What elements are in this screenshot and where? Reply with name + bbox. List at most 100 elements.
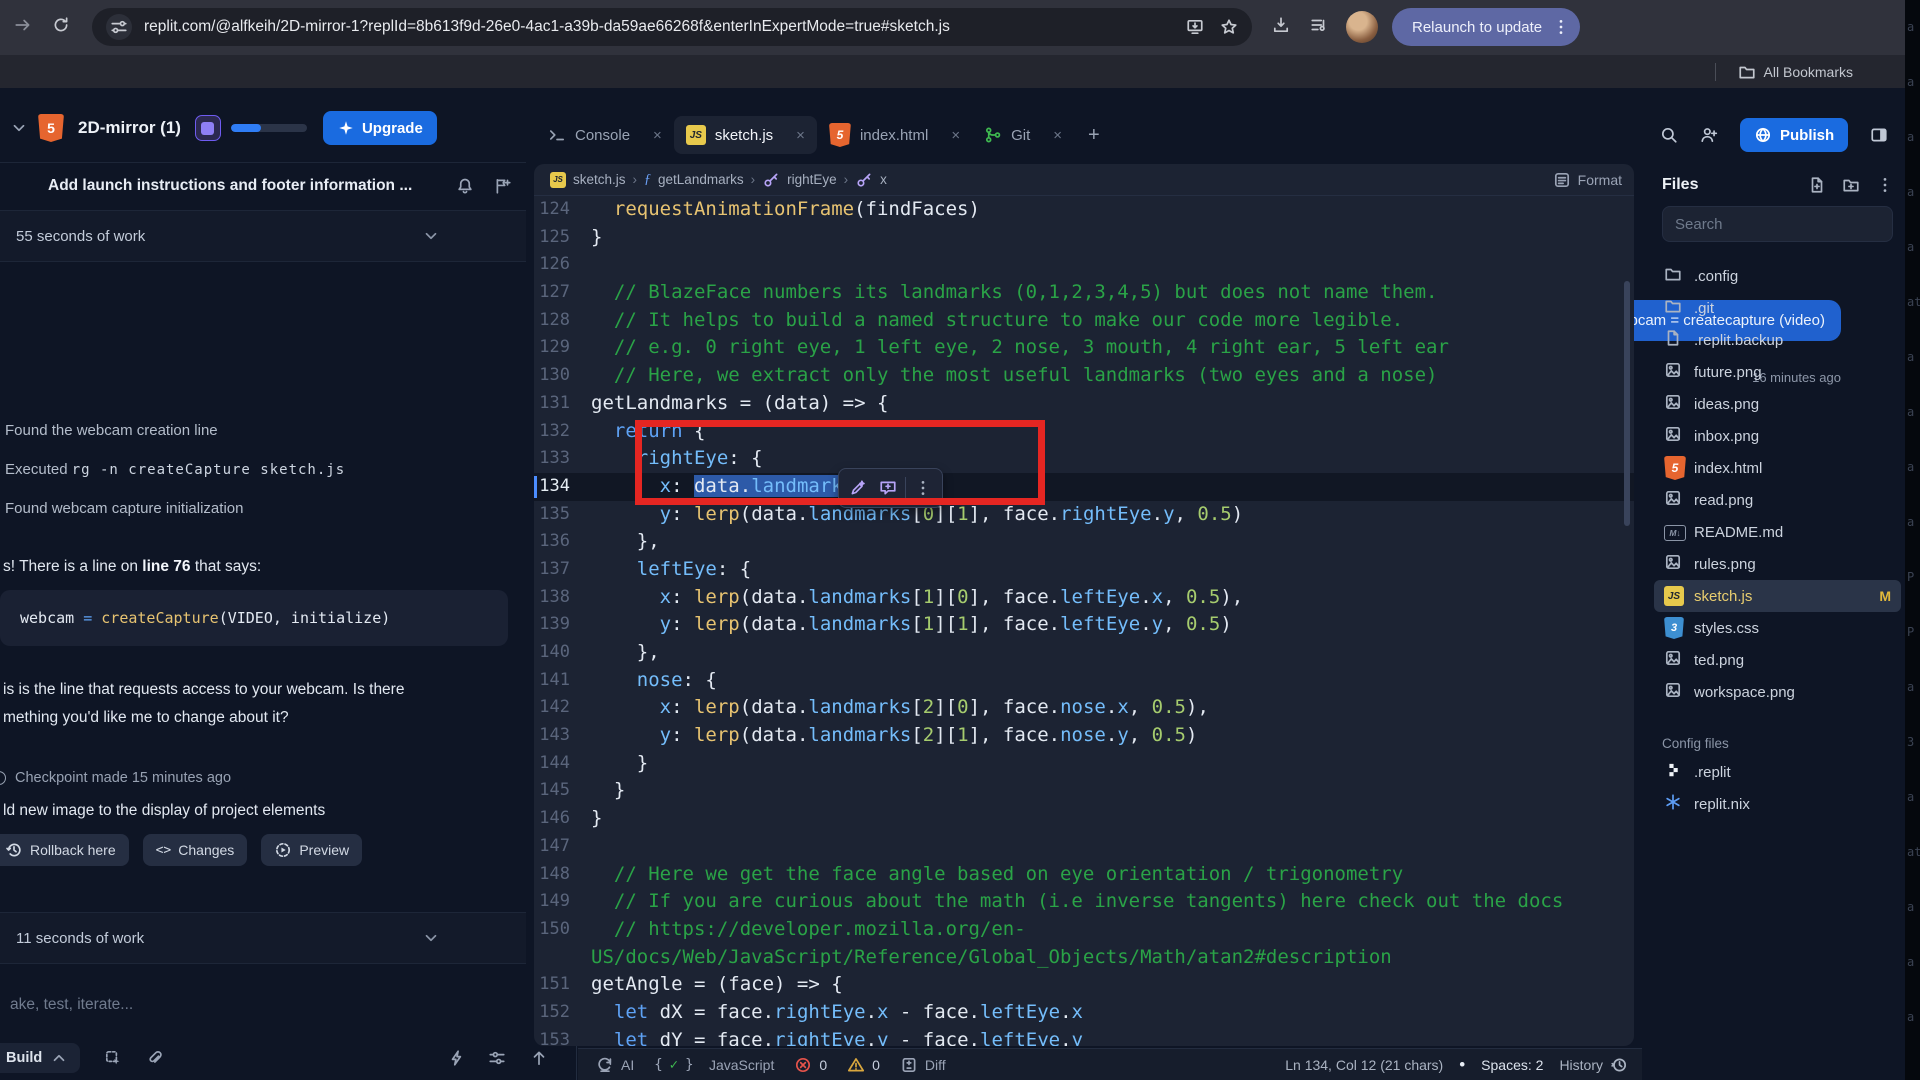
code-line[interactable]: 144 } — [534, 750, 1634, 778]
code-area[interactable]: 124 requestAnimationFrame(findFaces)125}… — [534, 196, 1634, 1046]
breadcrumb-file[interactable]: sketch.js — [573, 172, 626, 187]
files-search-input[interactable]: Search — [1662, 206, 1893, 242]
file-item-styles-css[interactable]: 3styles.css — [1654, 612, 1901, 644]
quick-actions-icon[interactable] — [448, 1049, 466, 1067]
send-icon[interactable] — [530, 1049, 548, 1067]
code-line[interactable]: 126 — [534, 251, 1634, 279]
code-line[interactable]: 125} — [534, 224, 1634, 252]
code-line[interactable]: 136 }, — [534, 528, 1634, 556]
code-line[interactable]: 152 let dX = face.rightEye.x - face.left… — [534, 999, 1634, 1027]
file-item-rules-png[interactable]: rules.png — [1654, 548, 1901, 580]
rollback-button[interactable]: Rollback here — [0, 834, 129, 866]
file-item--replit[interactable]: .replit — [1654, 756, 1901, 788]
file-item-future-png[interactable]: future.png — [1654, 356, 1901, 388]
code-line[interactable]: 130 // Here, we extract only the most us… — [534, 362, 1634, 390]
bookmark-star-icon[interactable] — [1220, 18, 1238, 36]
downloads-icon[interactable] — [1272, 16, 1290, 34]
install-app-icon[interactable] — [1186, 18, 1204, 36]
code-line[interactable]: 148 // Here we get the face angle based … — [534, 861, 1634, 889]
code-line[interactable]: 129 // e.g. 0 right eye, 1 left eye, 2 n… — [534, 334, 1634, 362]
close-icon[interactable]: × — [653, 127, 662, 144]
notifications-bell-icon[interactable] — [456, 177, 474, 195]
file-item-readme-md[interactable]: M↓README.md — [1654, 516, 1901, 548]
breadcrumb-function[interactable]: getLandmarks — [658, 172, 744, 187]
work-summary-row[interactable]: 11 seconds of work — [0, 912, 526, 964]
forward-icon[interactable] — [14, 16, 32, 34]
code-line[interactable]: 142 x: lerp(data.landmarks[2][0], face.n… — [534, 694, 1634, 722]
indentation-setting[interactable]: Spaces: 2 — [1481, 1057, 1543, 1073]
code-line[interactable]: 138 x: lerp(data.landmarks[1][0], face.l… — [534, 584, 1634, 612]
chevron-down-icon[interactable] — [422, 227, 440, 245]
language-indicator[interactable]: {✓} JavaScript — [654, 1057, 774, 1073]
settings-sliders-icon[interactable] — [488, 1049, 506, 1067]
code-line[interactable]: 128 // It helps to build a named structu… — [534, 307, 1634, 335]
file-item--config[interactable]: .config — [1654, 260, 1901, 292]
agent-task-row[interactable]: Add launch instructions and footer infor… — [0, 162, 526, 208]
code-line[interactable]: 124 requestAnimationFrame(findFaces) — [534, 196, 1634, 224]
code-line[interactable]: 149 // If you are curious about the math… — [534, 888, 1634, 916]
avatar[interactable] — [1346, 11, 1378, 43]
code-line[interactable]: 137 leftEye: { — [534, 556, 1634, 584]
code-line[interactable]: 147 — [534, 833, 1634, 861]
file-item-ideas-png[interactable]: ideas.png — [1654, 388, 1901, 420]
close-icon[interactable]: × — [951, 127, 960, 144]
work-summary-row[interactable]: 55 seconds of work — [0, 210, 526, 262]
new-folder-icon[interactable] — [1842, 176, 1860, 194]
relaunch-button[interactable]: Relaunch to update — [1392, 8, 1580, 46]
reading-list-icon[interactable] — [1310, 16, 1328, 34]
file-item--git[interactable]: .git — [1654, 292, 1901, 324]
search-icon[interactable] — [1660, 126, 1678, 144]
diff-toggle[interactable]: Diff — [900, 1056, 946, 1074]
code-line[interactable]: 139 y: lerp(data.landmarks[1][1], face.l… — [534, 611, 1634, 639]
code-line[interactable]: 141 nose: { — [534, 667, 1634, 695]
code-line[interactable]: 145 } — [534, 777, 1634, 805]
collapse-chevron-icon[interactable] — [10, 119, 28, 137]
agent-input-placeholder[interactable]: ake, test, iterate... — [10, 996, 133, 1014]
breadcrumb-property[interactable]: rightEye — [787, 172, 837, 187]
code-line[interactable]: 153 let dY = face.rightEye.y - face.left… — [534, 1027, 1634, 1046]
code-line[interactable]: 151getAngle = (face) => { — [534, 971, 1634, 999]
upgrade-button[interactable]: Upgrade — [323, 111, 437, 145]
file-item-replit-nix[interactable]: replit.nix — [1654, 788, 1901, 820]
reload-icon[interactable] — [52, 16, 70, 34]
element-select-icon[interactable] — [104, 1049, 122, 1067]
editor-scrollbar[interactable] — [1624, 281, 1630, 526]
file-item--replit-backup[interactable]: .replit.backup — [1654, 324, 1901, 356]
publish-button[interactable]: Publish — [1740, 118, 1848, 152]
file-item-inbox-png[interactable]: inbox.png — [1654, 420, 1901, 452]
code-line[interactable]: 131getLandmarks = (data) => { — [534, 390, 1634, 418]
code-line[interactable]: 146} — [534, 805, 1634, 833]
file-item-index-html[interactable]: 5index.html — [1654, 452, 1901, 484]
layout-toggle-icon[interactable] — [1870, 126, 1888, 144]
cursor-position[interactable]: Ln 134, Col 12 (21 chars) — [1285, 1057, 1443, 1073]
ai-status[interactable]: AI — [596, 1056, 634, 1074]
file-item-workspace-png[interactable]: workspace.png — [1654, 676, 1901, 708]
chevron-down-icon[interactable] — [422, 929, 440, 947]
breadcrumb-property[interactable]: x — [880, 172, 887, 187]
tab-index-html[interactable]: 5 index.html× — [817, 116, 972, 154]
menu-dots-icon[interactable] — [1552, 18, 1570, 36]
all-bookmarks-button[interactable]: All Bookmarks — [1764, 64, 1853, 80]
errors-count[interactable]: 0 — [794, 1056, 827, 1074]
code-line[interactable]: US/docs/Web/JavaScript/Reference/Global_… — [534, 944, 1634, 972]
invite-icon[interactable] — [1700, 126, 1718, 144]
files-menu-icon[interactable] — [1876, 176, 1894, 194]
attach-icon[interactable] — [146, 1049, 164, 1067]
new-tab-button[interactable]: + — [1088, 124, 1100, 147]
file-item-read-png[interactable]: read.png — [1654, 484, 1901, 516]
close-icon[interactable]: × — [1053, 127, 1062, 144]
preview-button[interactable]: Preview — [261, 834, 362, 866]
checkpoint-flag-icon[interactable] — [494, 177, 512, 195]
app-icon[interactable] — [195, 115, 221, 141]
code-line[interactable]: 143 y: lerp(data.landmarks[2][1], face.n… — [534, 722, 1634, 750]
code-line[interactable]: 127 // BlazeFace numbers its landmarks (… — [534, 279, 1634, 307]
tab-sketch-js[interactable]: JS sketch.js× — [674, 116, 817, 154]
new-file-icon[interactable] — [1808, 176, 1826, 194]
tab-git[interactable]: Git× — [972, 116, 1074, 154]
file-item-ted-png[interactable]: ted.png — [1654, 644, 1901, 676]
changes-button[interactable]: <> Changes — [143, 834, 248, 866]
warnings-count[interactable]: 0 — [847, 1056, 880, 1074]
code-line[interactable]: 140 }, — [534, 639, 1634, 667]
address-bar[interactable]: replit.com/@alfkeih/2D-mirror-1?replId=8… — [92, 8, 1252, 46]
tab-console[interactable]: Console× — [536, 116, 674, 154]
